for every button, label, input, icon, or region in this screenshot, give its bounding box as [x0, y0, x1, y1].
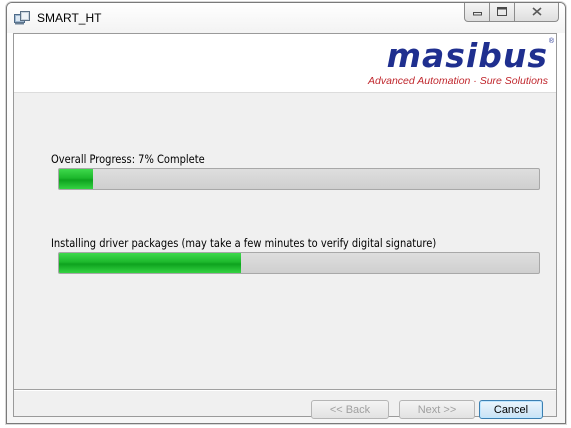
next-button[interactable]: Next >> [399, 400, 475, 419]
overall-progress-label: Overall Progress: 7% Complete [51, 152, 205, 166]
close-button[interactable] [515, 3, 559, 22]
wizard-body: masibus ® Advanced Automation · Sure Sol… [13, 33, 557, 419]
close-icon [531, 3, 542, 21]
window-title: SMART_HT [37, 11, 102, 25]
installer-window: SMART_HT masibus ® Advanced Automation ·… [6, 2, 566, 424]
header-banner: masibus ® Advanced Automation · Sure Sol… [14, 34, 556, 93]
back-button[interactable]: << Back [311, 400, 389, 419]
overall-progress-fill [59, 169, 93, 189]
title-bar[interactable]: SMART_HT [7, 3, 565, 33]
task-progress-fill [59, 253, 242, 273]
caption-buttons [464, 3, 559, 23]
footer-separator [14, 389, 556, 391]
minimize-icon [472, 3, 482, 21]
masibus-logo: masibus [386, 36, 548, 75]
logo-tagline: Advanced Automation · Sure Solutions [368, 75, 548, 87]
maximize-button[interactable] [490, 3, 515, 22]
installer-icon [14, 11, 30, 25]
task-progress-label: Installing driver packages (may take a f… [51, 236, 437, 250]
task-progress-bar [58, 252, 540, 274]
minimize-button[interactable] [464, 3, 490, 22]
logo-trademark-mark: ® [548, 38, 554, 45]
overall-progress-bar [58, 168, 540, 190]
maximize-icon [497, 3, 507, 21]
cancel-button[interactable]: Cancel [479, 400, 543, 419]
